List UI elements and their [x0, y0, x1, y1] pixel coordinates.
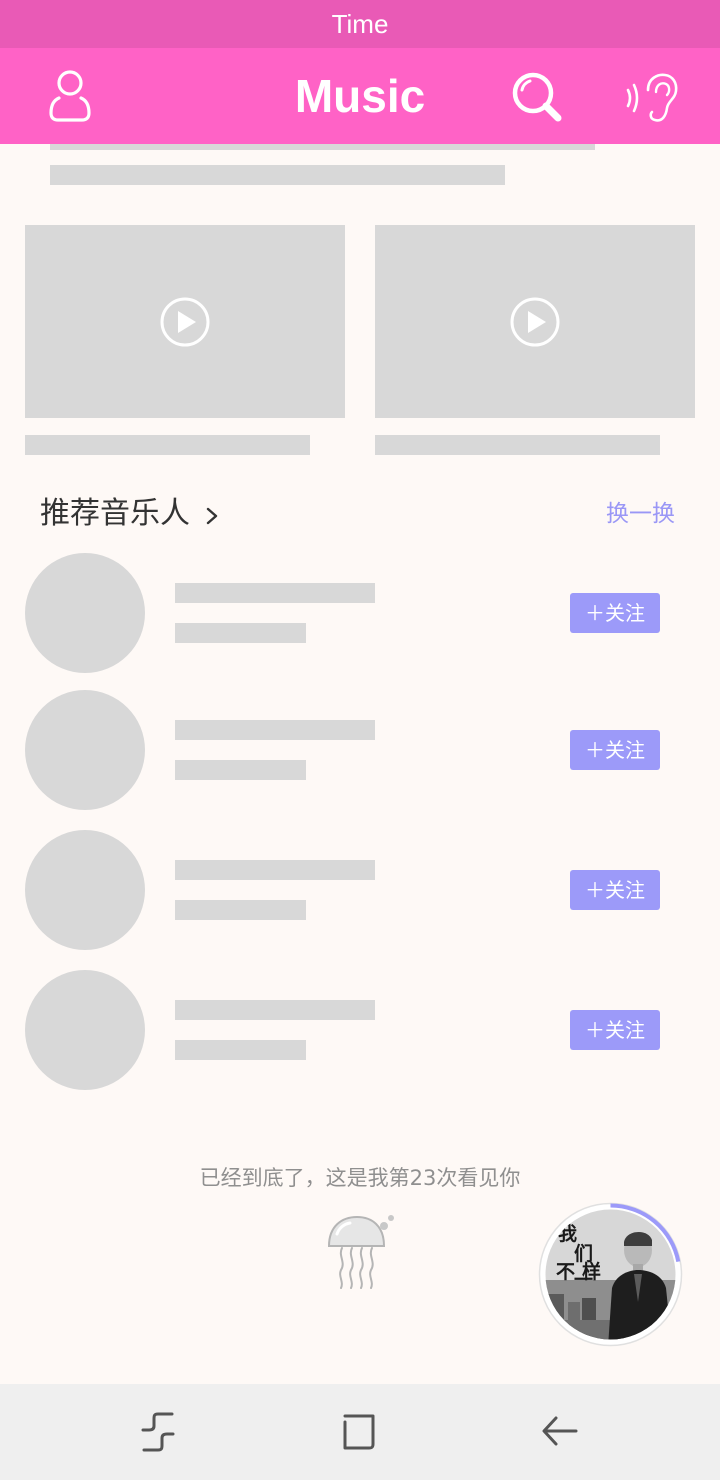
banner-placeholder-line [50, 165, 505, 185]
avatar[interactable] [25, 690, 145, 810]
artist-info-placeholder [175, 900, 306, 920]
section-title[interactable]: 推荐音乐人 [40, 494, 190, 534]
play-icon[interactable] [509, 296, 561, 348]
now-playing-disc[interactable]: 我 们 不 一 样 [538, 1202, 683, 1347]
video-card[interactable] [25, 225, 345, 418]
artist-name-placeholder [175, 720, 375, 740]
avatar[interactable] [25, 830, 145, 950]
app-title: Music [294, 70, 426, 122]
follow-button[interactable]: ＋关注 [570, 870, 660, 910]
search-icon[interactable] [508, 68, 568, 128]
status-bar: Time [0, 0, 720, 48]
video-card[interactable] [375, 225, 695, 418]
avatar[interactable] [25, 970, 145, 1090]
play-icon[interactable] [159, 296, 211, 348]
video-title-placeholder [375, 435, 660, 455]
follow-button[interactable]: ＋关注 [570, 1010, 660, 1050]
video-title-placeholder [25, 435, 310, 455]
artist-info-placeholder [175, 623, 306, 643]
artist-name-placeholder [175, 860, 375, 880]
album-art: 我 们 不 一 样 [545, 1209, 676, 1340]
home-icon[interactable] [337, 1410, 381, 1454]
back-icon[interactable] [538, 1410, 582, 1454]
ear-icon[interactable] [622, 70, 682, 126]
banner-placeholder-line [50, 144, 595, 150]
avatar[interactable] [25, 553, 145, 673]
artist-row: ＋关注 [0, 690, 720, 810]
artist-info-placeholder [175, 1040, 306, 1060]
artist-row: ＋关注 [0, 553, 720, 673]
follow-button[interactable]: ＋关注 [570, 730, 660, 770]
status-time: Time [331, 9, 389, 39]
artist-name-placeholder [175, 583, 375, 603]
app-bar: Music [0, 48, 720, 144]
artist-row: ＋关注 [0, 970, 720, 1090]
system-nav-bar [0, 1384, 720, 1480]
end-of-list-message: 已经到底了，这是我第23次看见你 [199, 1166, 521, 1190]
artist-row: ＋关注 [0, 830, 720, 950]
jellyfish-icon [327, 1215, 394, 1289]
artist-info-placeholder [175, 760, 306, 780]
svg-text:样: 样 [582, 1260, 601, 1283]
artist-name-placeholder [175, 1000, 375, 1020]
follow-button[interactable]: ＋关注 [570, 593, 660, 633]
chevron-right-icon[interactable] [202, 502, 222, 530]
recent-apps-icon[interactable] [136, 1410, 180, 1454]
svg-text:不: 不 [556, 1261, 575, 1283]
refresh-button[interactable]: 换一换 [606, 498, 675, 530]
